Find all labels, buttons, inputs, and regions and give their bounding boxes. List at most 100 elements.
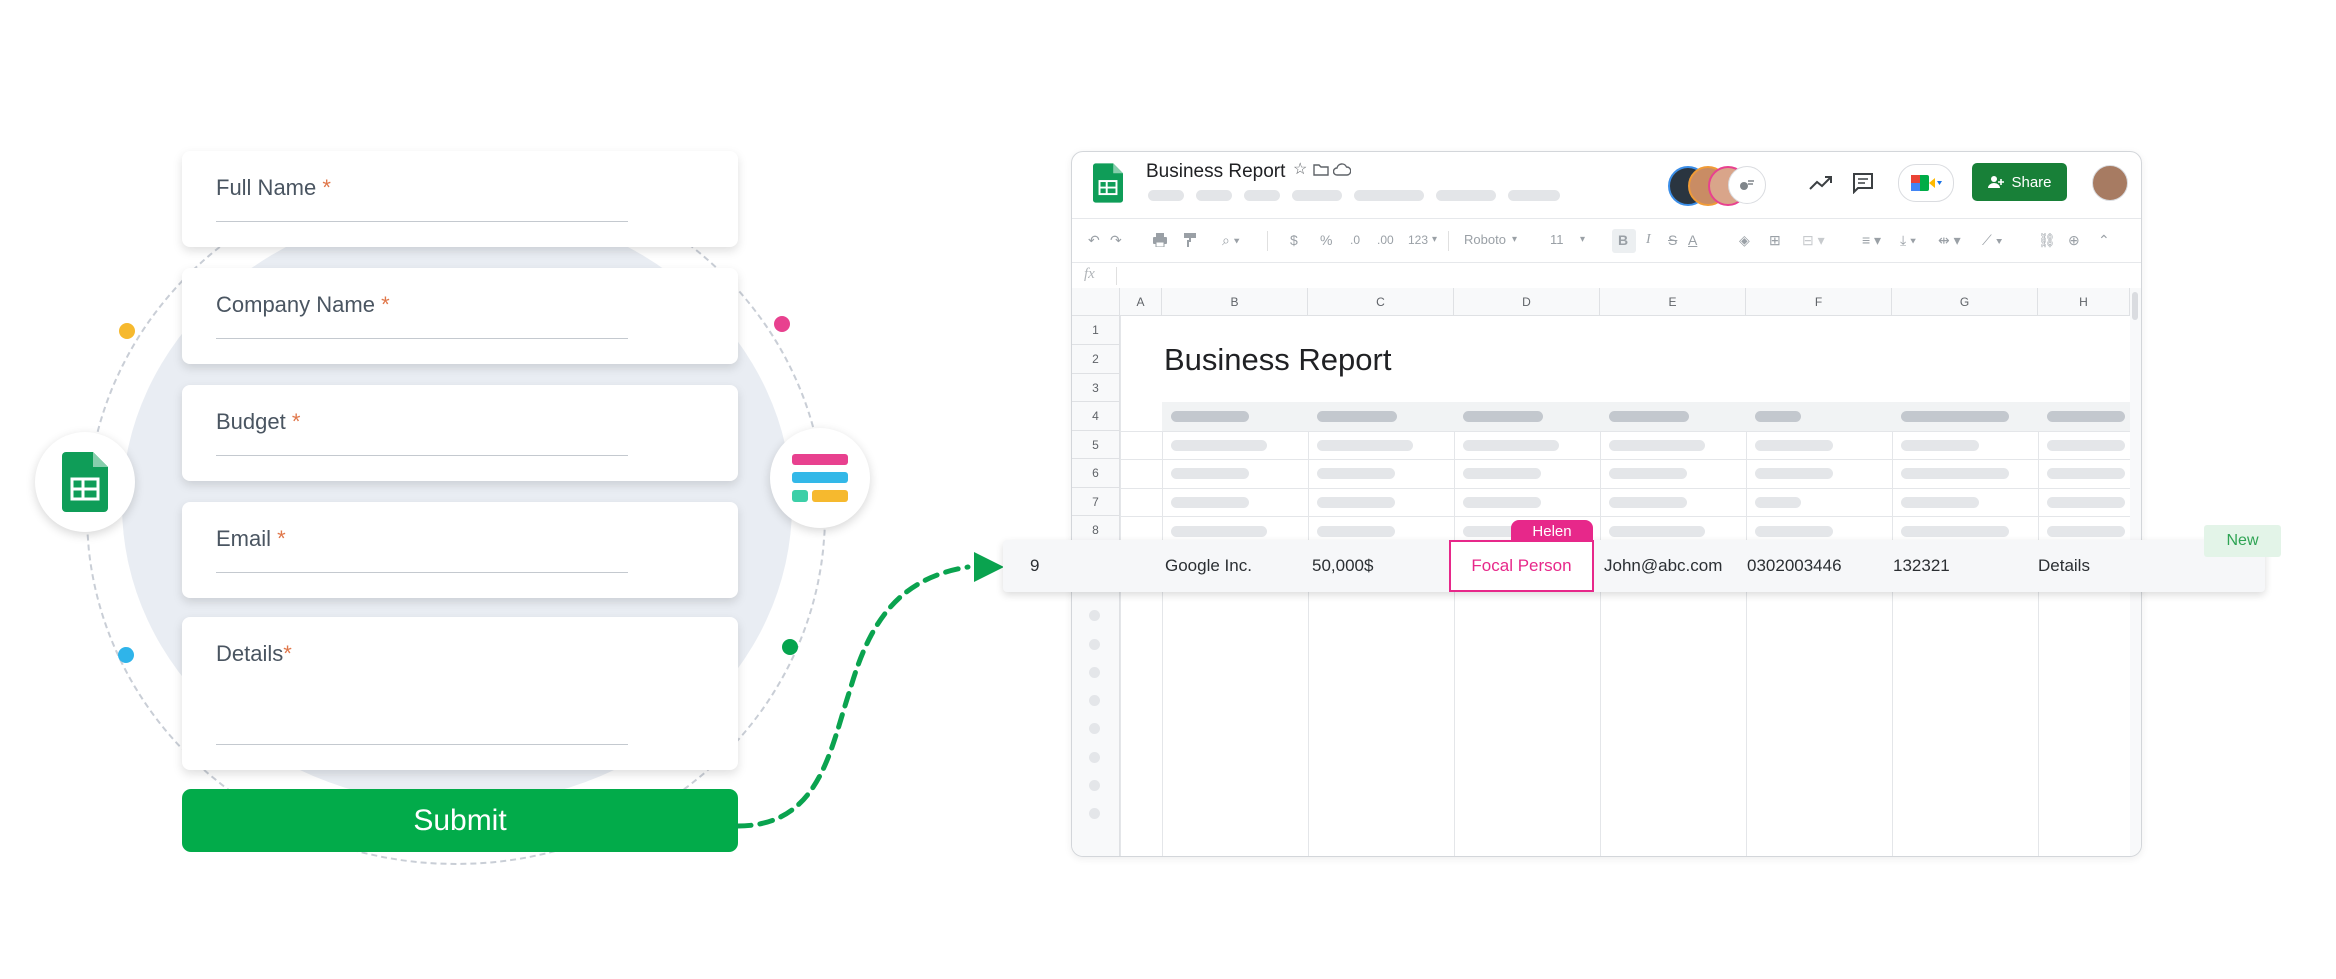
column-header[interactable]: C	[1308, 288, 1454, 316]
cell-placeholder	[2047, 497, 2125, 508]
star-icon[interactable]: ☆	[1293, 159, 1307, 179]
font-size-select[interactable]: 11	[1550, 230, 1564, 250]
row-placeholder-dot	[1089, 610, 1100, 621]
redo-icon[interactable]: ↷	[1110, 230, 1122, 250]
menu-tools[interactable]	[1508, 190, 1560, 201]
cell-placeholder	[2047, 526, 2125, 537]
report-heading: Business Report	[1164, 342, 1392, 377]
cell-budget[interactable]: 50,000$	[1312, 556, 1373, 576]
account-avatar[interactable]	[2092, 165, 2128, 201]
full-name-field[interactable]: Full Name *	[182, 151, 738, 247]
submit-button[interactable]: Submit	[182, 789, 738, 852]
cell-placeholder	[1901, 468, 2009, 479]
toolbar-divider	[1448, 231, 1449, 251]
undo-icon[interactable]: ↶	[1088, 230, 1100, 250]
menu-data[interactable]	[1436, 190, 1496, 201]
decor-dot-pink	[774, 316, 790, 332]
print-icon[interactable]	[1152, 233, 1168, 247]
menu-insert[interactable]	[1292, 190, 1342, 201]
header-placeholder	[1463, 411, 1543, 422]
menu-edit[interactable]	[1196, 190, 1232, 201]
meet-button[interactable]	[1898, 164, 1954, 202]
cell-phone[interactable]: 0302003446	[1747, 556, 1842, 576]
row-header[interactable]: 6	[1072, 459, 1120, 488]
field-underline	[216, 744, 628, 745]
grid-line	[1120, 459, 2130, 460]
toolbar-divider	[1267, 231, 1268, 251]
row-placeholder-dot	[1089, 639, 1100, 650]
text-rotate-icon[interactable]: ⟋ ▾	[1982, 230, 2003, 250]
email-field[interactable]: Email *	[182, 502, 738, 598]
row-header[interactable]: 4	[1072, 402, 1120, 431]
cloud-status-icon	[1333, 163, 1351, 176]
row-header[interactable]: 1	[1072, 316, 1120, 345]
menu-file[interactable]	[1148, 190, 1184, 201]
insert-link-icon[interactable]: ⛓	[2038, 230, 2056, 250]
italic-icon[interactable]: I	[1646, 230, 1651, 250]
fill-color-icon[interactable]: ◈	[1739, 230, 1750, 250]
row-header[interactable]: 3	[1072, 374, 1120, 402]
header-placeholder	[1609, 411, 1689, 422]
collaborators-more-icon[interactable]	[1728, 166, 1766, 204]
header-placeholder	[1317, 411, 1397, 422]
column-header[interactable]: E	[1600, 288, 1746, 316]
decor-dot-yellow	[119, 323, 135, 339]
text-wrap-icon[interactable]: ⇹ ▾	[1938, 230, 1961, 250]
strikethrough-icon[interactable]: S	[1668, 230, 1677, 250]
vertical-align-icon[interactable]: ⤓ ▾	[1900, 230, 1916, 250]
column-header[interactable]: A	[1120, 288, 1162, 316]
currency-format-button[interactable]: $	[1290, 230, 1298, 250]
row-header[interactable]: 5	[1072, 431, 1120, 459]
decor-dot-blue	[118, 647, 134, 663]
bold-icon[interactable]: B	[1618, 230, 1628, 250]
details-field[interactable]: Details*	[182, 617, 738, 770]
menu-view[interactable]	[1244, 190, 1280, 201]
field-underline	[216, 338, 628, 339]
insert-comment-icon[interactable]: ⊕	[2068, 230, 2080, 250]
column-header[interactable]: H	[2038, 288, 2130, 316]
borders-icon[interactable]: ⊞	[1769, 230, 1781, 250]
cell-placeholder	[1317, 526, 1395, 537]
new-row-9[interactable]: 9 Google Inc. 50,000$ Focal Person John@…	[1003, 540, 2265, 592]
menu-format[interactable]	[1354, 190, 1424, 201]
cell-company[interactable]: Google Inc.	[1165, 556, 1252, 576]
text-color-icon[interactable]: A	[1688, 230, 1697, 250]
decrease-decimal-button[interactable]: .0	[1350, 230, 1360, 250]
zoom-icon[interactable]: ⌕ ▾	[1222, 230, 1240, 250]
row-header[interactable]: 7	[1072, 488, 1120, 516]
cell-contact-selected[interactable]: Focal Person	[1449, 540, 1594, 592]
paint-format-icon[interactable]	[1184, 233, 1198, 247]
font-family-select[interactable]: Roboto	[1464, 230, 1506, 250]
scrollbar-thumb[interactable]	[2132, 292, 2138, 320]
activity-trend-icon[interactable]	[1809, 175, 1833, 191]
cell-placeholder	[1463, 468, 1541, 479]
column-header[interactable]: G	[1892, 288, 2038, 316]
cell-placeholder	[1901, 440, 1979, 451]
formula-bar: fx	[1072, 262, 2141, 290]
horizontal-align-icon[interactable]: ≡ ▾	[1862, 230, 1881, 250]
document-title[interactable]: Business Report	[1146, 161, 1285, 183]
google-meet-icon	[1911, 175, 1942, 191]
cell-details[interactable]: Details	[2038, 556, 2090, 576]
budget-field[interactable]: Budget *	[182, 385, 738, 481]
share-label: Share	[2011, 173, 2052, 191]
more-formats-button[interactable]: 123	[1408, 230, 1428, 250]
column-header[interactable]: B	[1162, 288, 1308, 316]
cell-id[interactable]: 132321	[1893, 556, 1950, 576]
corner-cell[interactable]	[1072, 288, 1120, 316]
merge-cells-icon[interactable]: ⊟ ▾	[1802, 230, 1825, 250]
move-folder-icon[interactable]	[1313, 163, 1329, 176]
row-header[interactable]: 2	[1072, 345, 1120, 374]
header-placeholder	[1901, 411, 2009, 422]
increase-decimal-button[interactable]: .00	[1377, 230, 1394, 250]
comments-icon[interactable]	[1852, 172, 1874, 194]
company-name-field[interactable]: Company Name *	[182, 268, 738, 364]
share-button[interactable]: Share	[1972, 163, 2067, 201]
column-header[interactable]: F	[1746, 288, 1892, 316]
column-header[interactable]: D	[1454, 288, 1600, 316]
field-label: Details*	[216, 641, 292, 666]
cell-placeholder	[1755, 468, 1833, 479]
percent-format-button[interactable]: %	[1320, 230, 1332, 250]
collapse-toolbar-icon[interactable]: ⌃	[2098, 230, 2110, 250]
cell-email[interactable]: John@abc.com	[1604, 556, 1722, 576]
